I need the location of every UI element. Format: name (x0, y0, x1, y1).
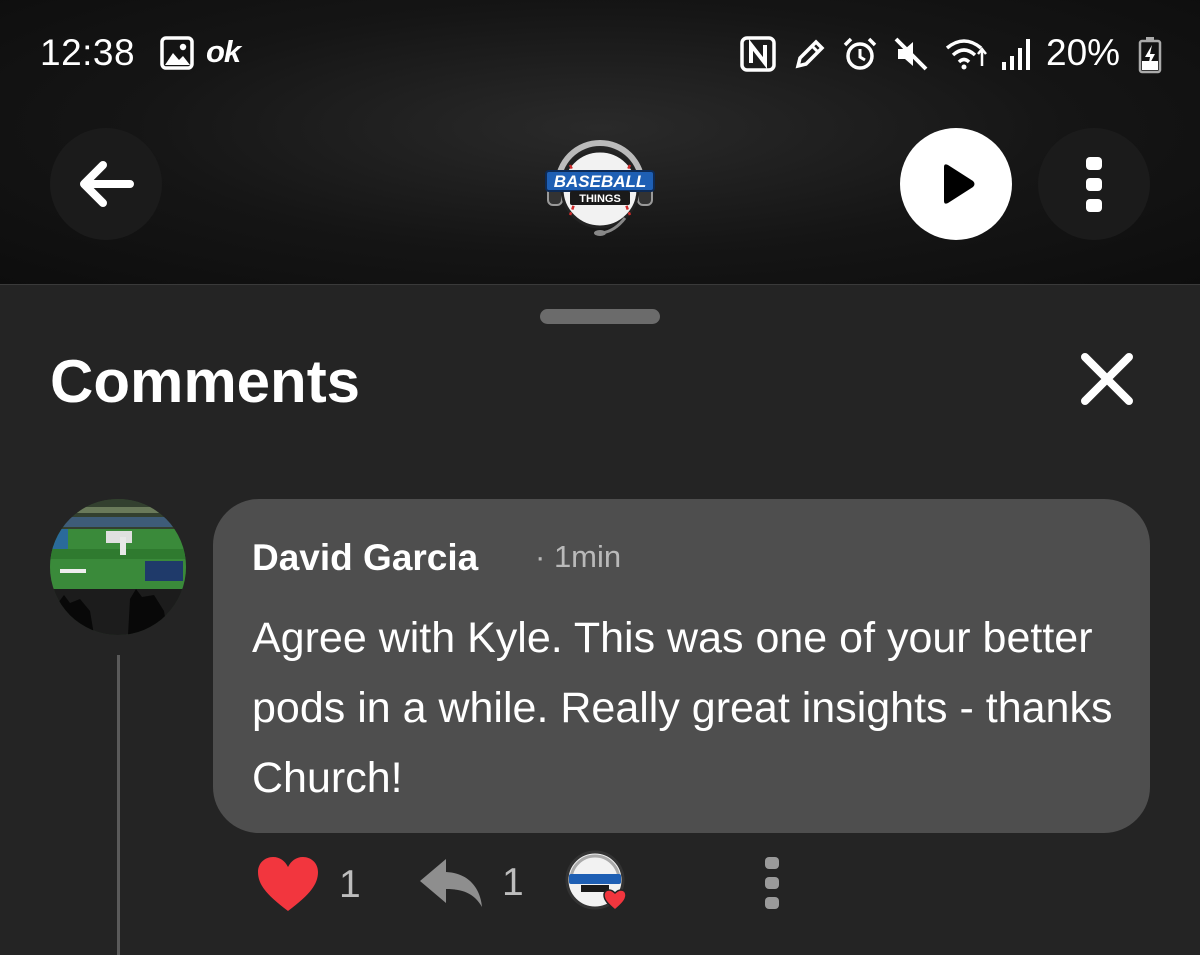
avatar-photo (50, 499, 186, 635)
back-button[interactable] (50, 128, 162, 240)
more-vertical-icon (1086, 157, 1102, 212)
reply-button[interactable]: 1 (418, 855, 524, 911)
like-button[interactable]: 1 (255, 855, 361, 915)
play-button[interactable] (900, 128, 1012, 240)
battery-charging-icon (1138, 37, 1162, 74)
status-time: 12:38 (40, 32, 136, 73)
creator-liked-badge (565, 850, 627, 912)
comment-text: Agree with Kyle. This was one of your be… (252, 614, 1113, 802)
nfc-icon (740, 36, 776, 72)
like-count: 1 (339, 863, 361, 906)
baseball-things-logo: BASEBALL THINGS (545, 140, 655, 236)
gallery-icon (160, 36, 194, 70)
comment-bubble[interactable]: David Garcia · 1min Agree with Kyle. Thi… (213, 499, 1150, 833)
logo-text-bottom: THINGS (579, 193, 621, 205)
comment-time: · 1min (535, 539, 622, 574)
avatar[interactable] (50, 499, 186, 635)
back-arrow-icon (80, 161, 134, 207)
more-options-button[interactable] (1038, 128, 1150, 240)
play-icon (944, 164, 975, 204)
liked-by-creator-avatar (565, 850, 627, 911)
comments-title: Comments (50, 348, 361, 415)
reply-icon (420, 859, 482, 907)
alarm-icon (843, 37, 877, 70)
comment-more-button[interactable] (762, 855, 782, 920)
heart-icon (258, 857, 318, 911)
more-vertical-icon (765, 857, 779, 909)
comment-time-value: 1min (553, 539, 622, 574)
close-icon (1081, 353, 1133, 405)
comments-sheet: Comments David Garcia · 1min Agree with … (0, 284, 1200, 955)
podcast-logo[interactable]: BASEBALL THINGS (540, 123, 660, 248)
drag-handle[interactable] (540, 309, 660, 324)
thread-line (117, 655, 120, 955)
wifi-icon (945, 39, 987, 70)
reply-count: 1 (502, 861, 524, 904)
mute-icon (894, 37, 928, 71)
close-button[interactable] (1075, 347, 1139, 411)
status-bar: 12:38 ok 20% (0, 22, 1200, 82)
app-header: 12:38 ok 20% BASEBALL THINGS (0, 0, 1200, 284)
pen-icon (795, 39, 825, 69)
battery-percent: 20% (1046, 32, 1121, 73)
signal-icon (1002, 39, 1030, 70)
comment-author[interactable]: David Garcia (252, 537, 478, 579)
logo-text-top: BASEBALL (554, 172, 647, 191)
ok-badge: ok (206, 34, 241, 69)
